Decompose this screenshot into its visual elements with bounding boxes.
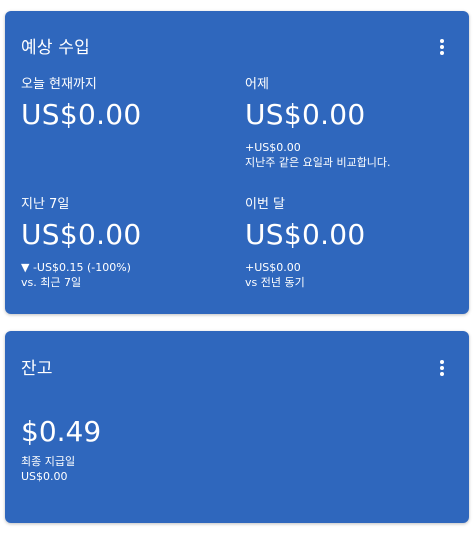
metric-this-month: 이번 달 US$0.00 +US$0.00 vs 전년 동기 [245, 197, 455, 290]
metric-value: US$0.00 [245, 98, 366, 131]
metric-value: US$0.00 [21, 218, 142, 251]
metric-today: 오늘 현재까지 US$0.00 [21, 77, 231, 132]
metric-label: 오늘 현재까지 [21, 77, 97, 92]
metric-comparison: +US$0.00 vs 전년 동기 [245, 260, 455, 290]
balance-card-title: 잔고 [21, 359, 53, 379]
earnings-card-title: 예상 수입 [21, 38, 90, 58]
more-vert-icon[interactable] [437, 358, 447, 376]
metric-change: +US$0.00 [245, 261, 301, 274]
last-payment-value: US$0.00 [21, 470, 68, 483]
metric-value: US$0.00 [245, 218, 366, 251]
last-payment: 최종 지급일 US$0.00 [21, 454, 75, 484]
metric-value: US$0.00 [21, 98, 142, 131]
more-vert-icon[interactable] [437, 37, 447, 55]
metric-comparison: +US$0.00 지난주 같은 요일과 비교합니다. [245, 140, 455, 170]
estimated-earnings-card: 예상 수입 오늘 현재까지 US$0.00 어제 US$0.00 +US$0.0… [5, 11, 469, 314]
metric-comparison: ▼ -US$0.15 (-100%) vs. 최근 7일 [21, 260, 231, 290]
metric-label: 지난 7일 [21, 197, 70, 212]
balance-card: 잔고 $0.49 최종 지급일 US$0.00 [5, 331, 469, 523]
metric-change: ▼ -US$0.15 (-100%) [21, 261, 131, 274]
metric-compare-note: vs 전년 동기 [245, 276, 305, 289]
balance-amount: $0.49 [21, 415, 102, 448]
metric-label: 어제 [245, 77, 269, 92]
metric-compare-note: 지난주 같은 요일과 비교합니다. [245, 156, 391, 169]
metric-change: +US$0.00 [245, 141, 301, 154]
last-payment-label: 최종 지급일 [21, 455, 76, 468]
metric-label: 이번 달 [245, 197, 286, 212]
metric-compare-note: vs. 최근 7일 [21, 276, 82, 289]
metric-yesterday: 어제 US$0.00 +US$0.00 지난주 같은 요일과 비교합니다. [245, 77, 455, 170]
metric-last-7-days: 지난 7일 US$0.00 ▼ -US$0.15 (-100%) vs. 최근 … [21, 197, 231, 290]
